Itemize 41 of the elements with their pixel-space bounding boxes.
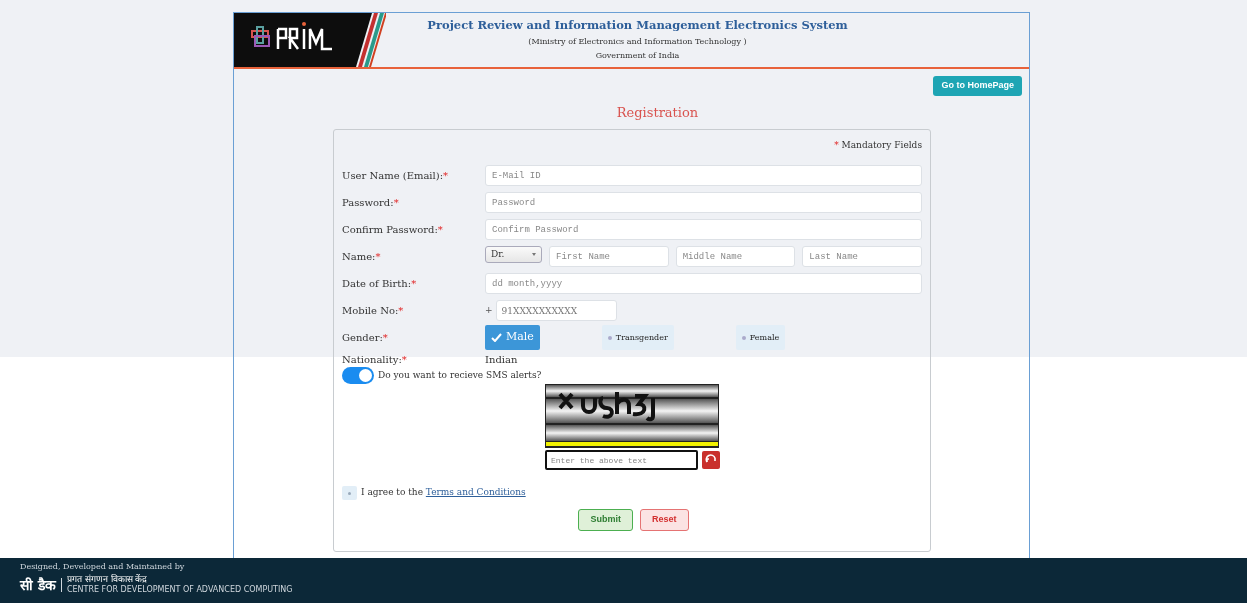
field-label: Confirm Password:*: [342, 223, 444, 237]
input-field[interactable]: dd month,yyyy: [485, 273, 922, 294]
check-icon: [491, 333, 502, 342]
captcha-input[interactable]: Enter the above text: [545, 450, 698, 470]
title-select[interactable]: Dr.: [485, 246, 542, 263]
sms-toggle[interactable]: [342, 367, 374, 384]
country-code-prefix: +: [485, 303, 493, 317]
input-field[interactable]: Middle Name: [675, 246, 796, 267]
mandatory-note: * Mandatory Fields: [834, 138, 922, 152]
sms-alerts-label: Do you want to recieve SMS alerts?: [378, 368, 542, 382]
input-field[interactable]: First Name: [549, 246, 669, 267]
footer-credit: Designed, Developed and Maintained by: [20, 561, 186, 573]
page-title: Registration: [616, 104, 699, 122]
input-field[interactable]: E-Mail ID: [485, 165, 922, 186]
gender-option[interactable]: Transgender: [601, 325, 674, 350]
refresh-button[interactable]: [702, 451, 720, 469]
org-name-hindi: प्रगत संगणन विकास केंद्र: [66, 575, 149, 584]
org-name-english: CENTRE FOR DEVELOPMENT OF ADVANCED COMPUTING: [66, 586, 293, 594]
field-label: Gender:*: [342, 331, 389, 345]
terms-text: I agree to the Terms and Conditions: [361, 486, 526, 500]
field-label: User Name (Email):*: [342, 169, 450, 183]
input-field[interactable]: 91XXXXXXXXXX: [495, 300, 617, 321]
input-field[interactable]: Password: [485, 192, 922, 213]
reset-button[interactable]: Reset: [640, 509, 689, 531]
government-label: Government of India: [595, 50, 680, 63]
terms-checkbox[interactable]: [342, 486, 357, 500]
cdac-logo: सी डैक: [20, 577, 62, 592]
field-label: Name:*: [342, 250, 382, 264]
gender-option[interactable]: Female: [735, 325, 786, 350]
submit-button[interactable]: Submit: [578, 509, 633, 531]
ministry-subtitle: (Ministry of Electronics and Information Technology ): [528, 36, 747, 49]
caret-icon: [532, 253, 536, 256]
input-field[interactable]: Confirm Password: [485, 219, 922, 240]
field-label: Mobile No:*: [342, 304, 405, 318]
field-label: Nationality:*: [342, 352, 408, 367]
terms-link[interactable]: Terms and Conditions: [425, 487, 526, 498]
site-title: Project Review and Information Management Electronics System: [427, 17, 848, 34]
field-value: Indian: [485, 352, 518, 367]
field-label: Password:*: [342, 196, 400, 210]
field-label: Date of Birth:*: [342, 277, 418, 291]
input-field[interactable]: Last Name: [802, 246, 922, 267]
